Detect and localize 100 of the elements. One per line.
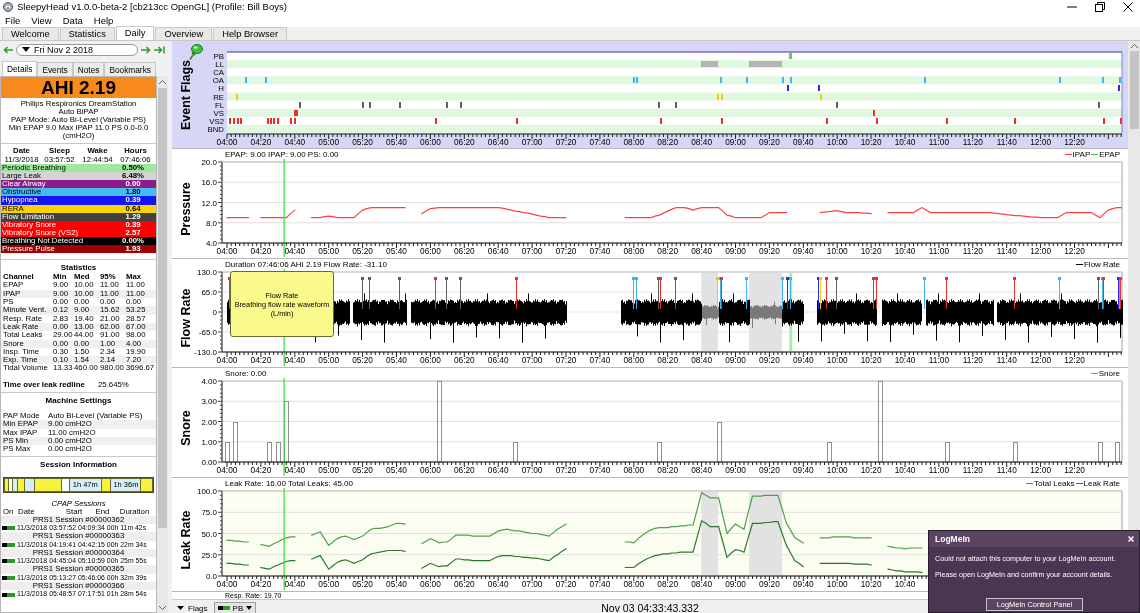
x-tick-label: 04:40: [284, 246, 306, 256]
x-tick-label: 05:20: [352, 246, 373, 256]
x-tick-label: 08:20: [657, 355, 679, 365]
x-tick-label: 04:00: [216, 465, 238, 475]
x-tick-label: 06:20: [453, 137, 475, 147]
x-tick-label: 08:20: [657, 579, 679, 589]
flag-dropdown[interactable]: PB: [213, 602, 257, 613]
gap-segment: [62, 478, 69, 491]
x-tick-label: 08:20: [657, 137, 679, 147]
forward-arrow-icon[interactable]: [141, 45, 151, 54]
x-tick-label: 12:20: [1064, 465, 1085, 475]
minimize-icon[interactable]: [1067, 5, 1077, 8]
x-tick-label: 10:40: [894, 355, 916, 365]
x-tick-label: 09:20: [759, 355, 780, 365]
x-tick-label: 10:00: [826, 355, 848, 365]
tab[interactable]: Bookmarks: [104, 62, 156, 76]
session-enabled-icon[interactable]: [2, 542, 15, 547]
x-tick-label: 05:20: [352, 355, 373, 365]
x-tick-label: 06:00: [420, 465, 441, 475]
date-dropdown[interactable]: Fri Nov 2 2018: [16, 43, 138, 56]
chart-readout: Snore: 0.00: [225, 368, 267, 378]
menu-item[interactable]: File: [5, 14, 21, 26]
scroll-up-icon[interactable]: [159, 80, 166, 84]
x-tick-label: 08:40: [691, 465, 712, 475]
x-tick-label: 09:20: [759, 137, 780, 147]
x-tick-label: 10:40: [894, 246, 916, 256]
scroll-thumb[interactable]: [1129, 51, 1139, 129]
x-tick-label: 07:00: [521, 137, 543, 147]
session-segment: [35, 478, 61, 491]
x-tick-label: 11:20: [962, 465, 983, 475]
session-enabled-icon[interactable]: [2, 592, 15, 597]
x-tick-label: 08:40: [691, 579, 712, 589]
caret-icon: [246, 606, 253, 610]
menu-item[interactable]: Data: [62, 14, 83, 26]
x-tick-label: 05:20: [352, 137, 373, 147]
x-tick-label: 12:20: [1064, 246, 1085, 256]
toast-title: LogMeIn: [935, 534, 970, 544]
x-tick-label: 04:00: [216, 246, 238, 256]
tab[interactable]: Statistics: [59, 27, 115, 40]
caret-icon: [177, 606, 184, 610]
legend-label: IPAP: [1072, 149, 1091, 159]
session-segment: [101, 478, 111, 491]
x-tick-label: 12:00: [1030, 137, 1051, 147]
session-enabled-icon[interactable]: [2, 559, 15, 564]
x-tick-label: 09:40: [792, 246, 814, 256]
x-tick-label: 07:20: [555, 246, 577, 256]
chart-readout: Duration 07:46:06 AHI 2.19 Flow Rate: -31.10: [225, 259, 387, 269]
session-segment: [5, 478, 8, 491]
flags-button[interactable]: Flags: [175, 601, 210, 613]
last-day-icon[interactable]: [154, 45, 165, 54]
section-title: Machine Settings: [44, 396, 113, 405]
x-tick-label: 04:20: [250, 137, 272, 147]
chart-title: Event Flags: [179, 59, 193, 130]
x-tick-label: 09:20: [759, 465, 780, 475]
tab[interactable]: Notes: [72, 62, 105, 76]
x-tick-label: 07:00: [521, 355, 543, 365]
x-tick-label: 11:00: [928, 246, 949, 256]
x-tick-label: 10:00: [826, 137, 848, 147]
section-title: Session Information: [39, 461, 118, 470]
x-tick-label: 05:00: [318, 246, 340, 256]
x-tick-label: 09:40: [792, 579, 814, 589]
session-enabled-icon[interactable]: [2, 575, 15, 580]
x-tick-label: 04:20: [250, 355, 272, 365]
y-tick-label: 1.00: [201, 437, 217, 447]
tab[interactable]: Daily: [115, 26, 155, 40]
x-tick-label: 05:40: [386, 137, 407, 147]
scroll-thumb[interactable]: [158, 88, 167, 528]
scrollbar[interactable]: [157, 76, 168, 613]
y-tick-label: 0.00: [201, 458, 217, 467]
close-icon[interactable]: [1123, 1, 1133, 12]
tab[interactable]: Overview: [155, 27, 213, 40]
session-enabled-icon[interactable]: [2, 526, 15, 531]
x-tick-label: 11:00: [928, 137, 949, 147]
menu-item[interactable]: Help: [93, 14, 114, 26]
tab[interactable]: Welcome: [2, 27, 59, 40]
tab[interactable]: Help Browser: [213, 27, 287, 40]
scroll-up-icon[interactable]: [1130, 44, 1138, 48]
y-tick-label: 100.0: [196, 487, 217, 496]
back-arrow-icon[interactable]: [3, 45, 13, 54]
section-title: Statistics: [59, 264, 98, 273]
x-tick-label: 06:20: [453, 246, 475, 256]
x-tick-label: 11:00: [928, 355, 949, 365]
x-tick-label: 11:40: [996, 137, 1017, 147]
x-tick-label: 06:00: [420, 246, 441, 256]
restore-icon[interactable]: [1095, 1, 1105, 12]
x-tick-label: 06:00: [420, 355, 441, 365]
tab[interactable]: Events: [37, 62, 73, 76]
x-tick-label: 11:20: [962, 246, 983, 256]
y-tick-label: 4.00: [201, 377, 217, 386]
x-tick-label: 07:00: [521, 246, 543, 256]
chart-title: Leak Rate: [179, 509, 193, 570]
x-tick-label: 09:00: [725, 246, 746, 256]
scroll-down-icon[interactable]: [159, 606, 166, 610]
x-tick-label: 08:40: [691, 137, 712, 147]
menu-item[interactable]: View: [31, 14, 52, 26]
x-tick-label: 04:40: [284, 579, 306, 589]
x-tick-label: 07:20: [555, 137, 577, 147]
x-tick-label: 09:40: [792, 355, 814, 365]
chart-readout: Leak Rate: 16.00 Total Leaks: 45.00: [225, 478, 353, 488]
tab[interactable]: Details: [2, 61, 38, 76]
